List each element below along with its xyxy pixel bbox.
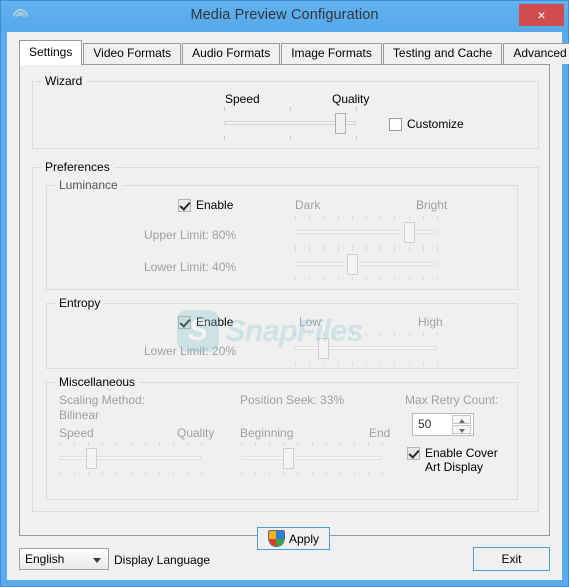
display-language-caption: Display Language — [114, 553, 211, 567]
luminance-enable-label: Enable — [196, 198, 234, 212]
tab-image-formats[interactable]: Image Formats — [281, 43, 382, 64]
stepper-down-icon[interactable] — [452, 425, 471, 434]
tab-testing-and-cache[interactable]: Testing and Cache — [382, 43, 503, 64]
checkbox-box — [407, 447, 420, 460]
scaling-method-label: Scaling Method: — [59, 393, 146, 407]
checkbox-box — [178, 316, 191, 329]
luminance-enable-checkbox[interactable]: Enable — [178, 198, 233, 212]
customize-label: Customize — [407, 117, 464, 131]
application-window: Media Preview Configuration × Settings V… — [0, 0, 569, 587]
max-retry-count-stepper[interactable]: 50 — [412, 413, 474, 436]
slider-ticks-bottom — [295, 361, 438, 365]
max-retry-count-value: 50 — [418, 417, 432, 431]
tab-audio-formats[interactable]: Audio Formats — [182, 43, 281, 64]
exit-label: Exit — [501, 552, 522, 566]
luminance-upper-limit-label: Upper Limit: 80% — [144, 228, 237, 242]
slider-track — [295, 262, 437, 266]
slider-ticks-bottom — [241, 471, 383, 475]
uac-shield-icon — [267, 530, 285, 547]
entropy-group-label: Entropy — [55, 296, 105, 310]
chevron-down-icon — [93, 558, 101, 563]
entropy-low-label: Low — [299, 315, 322, 329]
window-title: Media Preview Configuration — [190, 7, 379, 23]
slider-thumb[interactable] — [86, 448, 98, 469]
max-retry-count-label: Max Retry Count: — [405, 393, 499, 407]
tab-settings[interactable]: Settings — [19, 40, 83, 65]
slider-track — [295, 346, 437, 350]
slider-ticks-top — [295, 248, 438, 252]
close-icon[interactable]: × — [519, 4, 564, 26]
exit-button[interactable]: Exit — [473, 547, 550, 571]
slider-ticks-bottom — [295, 277, 438, 281]
customize-checkbox[interactable]: Customize — [389, 117, 464, 131]
slider-track — [60, 456, 201, 460]
apply-label: Apply — [288, 531, 320, 546]
scaling-method-value: Bilinear — [59, 408, 100, 422]
scaling-quality-label: Quality — [177, 426, 215, 440]
luminance-group-label: Luminance — [55, 178, 122, 192]
slider-thumb[interactable] — [282, 448, 294, 469]
display-language-select[interactable]: English — [19, 548, 109, 570]
apply-button[interactable]: Apply — [257, 527, 330, 550]
display-language-value: English — [25, 552, 65, 566]
entropy-lower-limit-label: Lower Limit: 20% — [144, 344, 237, 358]
scaling-speed-label: Speed — [59, 426, 94, 440]
slider-ticks-top — [224, 107, 357, 111]
slider-thumb[interactable] — [335, 113, 347, 134]
entropy-group: Entropy Enable Low High Lower Limit: 20% — [46, 296, 518, 369]
luminance-dark-label: Dark — [295, 198, 321, 212]
slider-track — [295, 230, 437, 234]
slider-ticks-top — [241, 442, 383, 446]
preferences-group-label: Preferences — [41, 160, 114, 174]
enable-cover-art-display-label: Enable Cover Art Display — [425, 446, 498, 474]
wizard-speed-label: Speed — [225, 92, 260, 106]
slider-thumb[interactable] — [403, 222, 415, 243]
wizard-quality-label: Quality — [332, 92, 370, 106]
settings-tab-panel: Wizard Speed Quality Customize Preferenc… — [19, 64, 550, 550]
luminance-bright-label: Bright — [416, 198, 448, 212]
wizard-group-label: Wizard — [41, 74, 87, 88]
slider-ticks-bottom — [60, 471, 202, 475]
preferences-group: Preferences Luminance Enable Dark Bright… — [32, 160, 539, 512]
position-beginning-label: Beginning — [240, 426, 294, 440]
entropy-enable-label: Enable — [196, 315, 234, 329]
miscellaneous-group-label: Miscellaneous — [55, 375, 140, 389]
position-seek-label: Position Seek: 33% — [240, 393, 345, 407]
wizard-group: Wizard Speed Quality Customize — [32, 74, 539, 149]
luminance-group: Luminance Enable Dark Bright Upper Limit… — [46, 178, 518, 290]
checkbox-box — [178, 199, 191, 212]
stepper-buttons — [452, 415, 471, 434]
position-end-label: End — [369, 426, 391, 440]
tab-strip: Settings Video Formats Audio Formats Ima… — [19, 40, 569, 65]
luminance-lower-limit-label: Lower Limit: 40% — [144, 260, 237, 274]
miscellaneous-group: Miscellaneous Scaling Method: Bilinear S… — [46, 375, 518, 500]
entropy-enable-checkbox[interactable]: Enable — [178, 315, 233, 329]
slider-ticks-top — [295, 216, 438, 220]
slider-thumb[interactable] — [346, 254, 358, 275]
slider-track — [241, 456, 382, 460]
entropy-high-label: High — [418, 315, 443, 329]
slider-ticks-top — [295, 332, 438, 336]
slider-thumb[interactable] — [318, 338, 330, 359]
slider-ticks-bottom — [224, 136, 357, 140]
tab-advanced[interactable]: Advanced — [503, 43, 569, 64]
slider-ticks-top — [60, 442, 202, 446]
tab-video-formats[interactable]: Video Formats — [83, 43, 182, 64]
stepper-up-icon[interactable] — [452, 415, 471, 424]
checkbox-box — [389, 118, 402, 131]
title-bar: Media Preview Configuration × — [1, 1, 568, 32]
enable-cover-art-display-checkbox[interactable]: Enable Cover Art Display — [407, 446, 509, 474]
client-area: Settings Video Formats Audio Formats Ima… — [7, 32, 569, 580]
